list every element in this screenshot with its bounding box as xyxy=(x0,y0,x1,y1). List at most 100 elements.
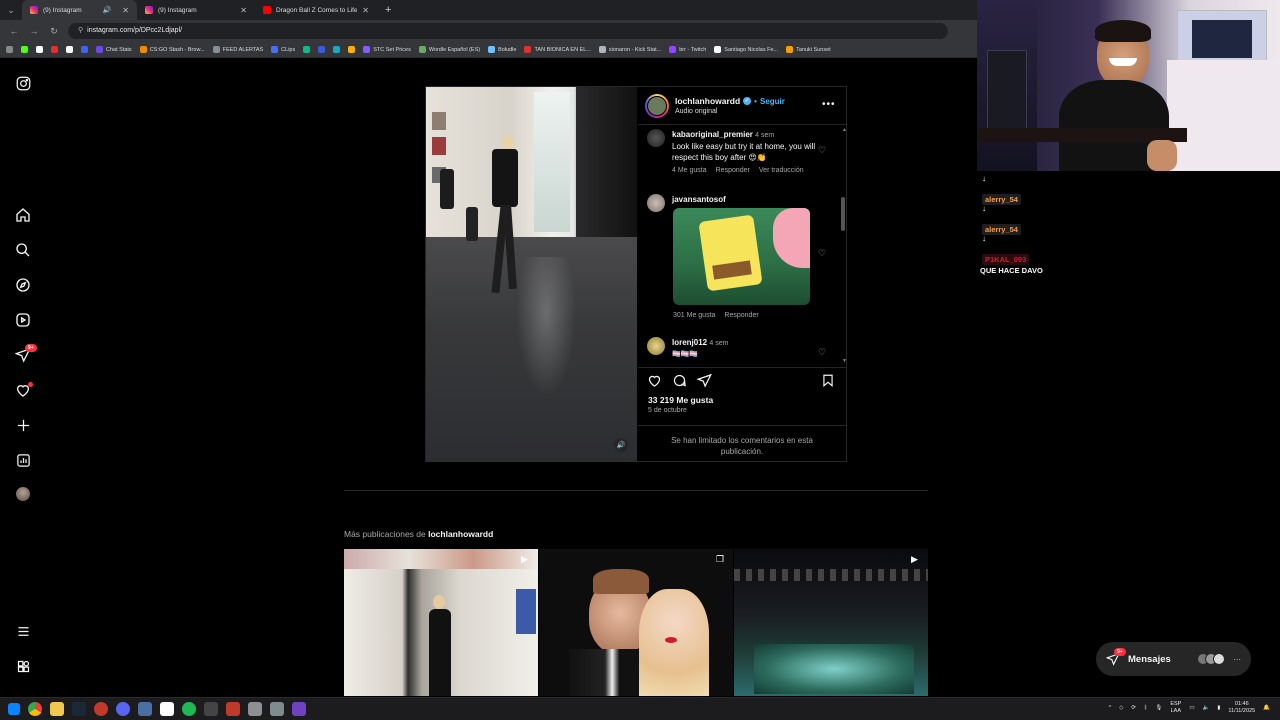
app-icon[interactable] xyxy=(226,702,240,716)
bookmark-chat-stats[interactable]: Chat Stats xyxy=(96,46,132,53)
more-post-thumbnail-1[interactable] xyxy=(344,549,538,696)
display-icon[interactable]: ▭ xyxy=(1189,705,1194,711)
share-icon[interactable] xyxy=(696,373,712,393)
comment-username[interactable]: javansantosof xyxy=(672,194,726,205)
bookmark-icon[interactable] xyxy=(303,46,311,53)
comment-gif-image[interactable] xyxy=(673,208,810,305)
tray-chevron-icon[interactable]: ^ xyxy=(1109,705,1112,711)
steam-icon[interactable] xyxy=(72,702,86,716)
audio-label[interactable]: Audio original xyxy=(675,108,717,115)
clock[interactable]: 01:46 11/11/2025 xyxy=(1228,701,1255,715)
home-icon[interactable] xyxy=(14,206,32,224)
bookmark-icon[interactable] xyxy=(318,46,326,53)
profile-avatar[interactable] xyxy=(14,485,32,503)
app-icon[interactable] xyxy=(270,702,284,716)
reply-button[interactable]: Responder xyxy=(716,167,750,174)
author-avatar[interactable] xyxy=(645,94,669,118)
forward-icon[interactable]: → xyxy=(28,26,40,36)
comment-likes[interactable]: 301 Me gusta xyxy=(673,312,715,319)
url-field[interactable]: ⚲ instagram.com/p/DPcc2Ldjapl/ xyxy=(68,23,948,39)
bookmark-twitch[interactable]: brr - Twitch xyxy=(669,46,706,53)
reload-icon[interactable]: ↻ xyxy=(48,26,60,37)
menu-icon[interactable] xyxy=(14,622,32,640)
notion-icon[interactable] xyxy=(160,702,174,716)
tab-search-icon[interactable]: ⌄ xyxy=(0,0,22,20)
chrome-icon[interactable] xyxy=(28,702,42,716)
comment-avatar[interactable] xyxy=(647,194,665,212)
bookmark-tanuki-sunset[interactable]: Tanuki Sunset xyxy=(786,46,831,53)
comment-username[interactable]: kabaoriginal_premier xyxy=(672,130,753,139)
mute-toggle-icon[interactable]: 🔊 xyxy=(614,438,628,452)
comment-like-icon[interactable]: ♡ xyxy=(818,248,826,259)
more-options-icon[interactable]: ••• xyxy=(822,99,836,110)
battery-icon[interactable]: ▮ xyxy=(1217,705,1220,711)
browser-tab-2[interactable]: (9) Instagram ✕ xyxy=(137,0,255,20)
sync-icon[interactable]: ⟳ xyxy=(1131,705,1136,711)
comment-like-icon[interactable]: ♡ xyxy=(818,145,826,156)
apps-icon[interactable] xyxy=(6,46,13,53)
file-explorer-icon[interactable] xyxy=(50,702,64,716)
save-icon[interactable] xyxy=(821,373,835,393)
bookmark-icon[interactable] xyxy=(51,46,58,53)
post-video[interactable]: 🔊 xyxy=(426,87,637,462)
reply-button[interactable]: Responder xyxy=(724,312,758,319)
close-tab-icon[interactable]: ✕ xyxy=(240,6,247,15)
more-post-thumbnail-2[interactable] xyxy=(539,549,733,696)
explore-icon[interactable] xyxy=(14,276,32,294)
bookmark-feed-alertas[interactable]: FEED ALERTAS xyxy=(212,46,263,53)
bluetooth-icon[interactable]: ᛒ xyxy=(1144,705,1147,711)
spotify-icon[interactable] xyxy=(182,702,196,716)
search-icon[interactable] xyxy=(14,241,32,259)
bookmark-stc-set-prices[interactable]: STC Set Prices xyxy=(363,46,411,53)
bookmark-csgo-stash[interactable]: CS:GO Stash - Brow... xyxy=(139,46,205,53)
close-tab-icon[interactable]: ✕ xyxy=(122,6,129,15)
comments-scrollbar[interactable]: ▲ ▼ xyxy=(841,127,847,364)
bookmark-wordle[interactable]: Wordle Español (ES) xyxy=(418,46,480,53)
more-post-thumbnail-3[interactable] xyxy=(734,549,928,696)
start-icon[interactable] xyxy=(8,703,20,715)
bookmark-tan-bionica[interactable]: TAN BIONICA EN EL... xyxy=(524,46,591,53)
instagram-logo-icon[interactable] xyxy=(14,74,32,92)
app-icon[interactable] xyxy=(292,702,306,716)
also-from-meta-icon[interactable] xyxy=(14,657,32,675)
app-icon[interactable] xyxy=(94,702,108,716)
bookmark-icon[interactable] xyxy=(348,46,356,53)
messages-button[interactable]: 9+ Mensajes ⋯ xyxy=(1096,642,1251,676)
comment-username[interactable]: lorenj012 xyxy=(672,338,707,347)
reels-icon[interactable] xyxy=(14,311,32,329)
bookmark-clips[interactable]: CLips xyxy=(271,46,295,53)
dashboard-icon[interactable] xyxy=(14,451,32,469)
volume-icon[interactable]: 🔈 xyxy=(1203,705,1210,711)
bookmark-kick-stats[interactable]: sionaron - Kick Stat... xyxy=(598,46,661,53)
bookmark-icon[interactable] xyxy=(21,46,28,53)
input-language[interactable]: ESP LAA xyxy=(1170,701,1181,715)
follow-button[interactable]: Seguir xyxy=(760,97,785,106)
comment-icon[interactable] xyxy=(672,373,687,393)
bookmark-tiktok[interactable]: Santiago Nicolas Fe... xyxy=(714,46,778,53)
network-icon[interactable]: ◇ xyxy=(1119,705,1123,711)
comment-avatar[interactable] xyxy=(647,129,665,147)
back-icon[interactable]: ← xyxy=(8,26,20,36)
browser-tab-1[interactable]: (9) Instagram 🔊 ✕ xyxy=(22,0,137,20)
discord-icon[interactable] xyxy=(116,702,130,716)
create-icon[interactable] xyxy=(14,416,32,434)
browser-tab-3[interactable]: Dragon Ball Z Comes to Life: P ✕ xyxy=(255,0,377,20)
comment-like-icon[interactable]: ♡ xyxy=(818,347,826,358)
like-icon[interactable] xyxy=(647,373,662,393)
translate-button[interactable]: Ver traducción xyxy=(759,167,804,174)
bookmark-boludle[interactable]: Boludle xyxy=(488,46,516,53)
speaker-icon[interactable]: 🔊 xyxy=(103,6,112,14)
bookmark-icon[interactable] xyxy=(36,46,43,53)
bookmark-icon[interactable] xyxy=(81,46,88,53)
close-tab-icon[interactable]: ✕ xyxy=(362,6,369,15)
comment-likes[interactable]: 4 Me gusta xyxy=(672,167,707,174)
author-username[interactable]: lochlanhowardd xyxy=(675,96,740,106)
more-posts-username[interactable]: lochlanhowardd xyxy=(428,529,493,539)
comment-avatar[interactable] xyxy=(647,337,665,355)
bookmark-icon[interactable] xyxy=(66,46,73,53)
like-count[interactable]: 33 219 Me gusta xyxy=(648,395,713,405)
bookmark-icon[interactable] xyxy=(333,46,341,53)
notifications-icon[interactable]: 🔔 xyxy=(1263,705,1270,711)
settings-icon[interactable] xyxy=(248,702,262,716)
new-tab-icon[interactable]: + xyxy=(385,4,391,16)
